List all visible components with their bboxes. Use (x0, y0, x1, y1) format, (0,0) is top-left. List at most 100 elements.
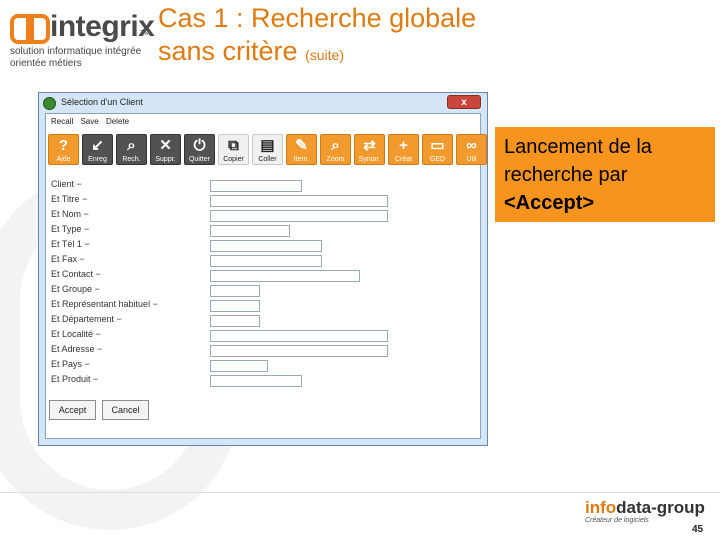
brand-prefix: info (585, 498, 617, 517)
window-title: Sélection d'un Client (61, 97, 143, 107)
field-input[interactable] (210, 360, 268, 372)
callout-line-2: recherche par (504, 164, 628, 186)
field-label: Et Titre − (51, 194, 88, 204)
field-label: Et Nom − (51, 209, 89, 219)
ged-icon: ▭ (430, 137, 445, 154)
menu-item-recall[interactable]: Recall (51, 117, 73, 126)
field-input[interactable] (210, 240, 322, 252)
field-input[interactable] (210, 210, 388, 222)
search-icon: ⌕ (127, 137, 136, 154)
quit-icon: ⏻ (193, 137, 206, 154)
app-icon (43, 97, 56, 110)
field-input[interactable] (210, 345, 388, 357)
logo-tagline-2: orientée métiers (10, 58, 82, 69)
field-label: Et Département − (51, 314, 122, 324)
window-content: Recall Save Delete ? Aide ↙ Enreg ⌕ Rech. ✕ Sup… (45, 113, 487, 439)
field-label: Et Représentant habituel − (51, 299, 158, 309)
field-label: Et Fax − (51, 254, 85, 264)
field-input[interactable] (210, 195, 388, 207)
toolbar-button-label: Coller (258, 156, 277, 163)
toolbar-save-button[interactable]: ↙ Enreg (82, 134, 113, 165)
toolbar-zoom-button[interactable]: ⌕ Zoom (320, 134, 351, 165)
brand-name: data-group (616, 498, 705, 517)
toolbar-button-label: Créat (394, 156, 413, 163)
toolbar-button-label: Item. (293, 156, 310, 163)
save-icon: ↙ (91, 137, 104, 154)
toolbar-button-label: Suppr. (155, 156, 176, 163)
cancel-button[interactable]: Cancel (102, 400, 149, 420)
slide-title-line-2: sans critère (suite) (158, 35, 476, 72)
field-input[interactable] (210, 225, 290, 237)
zoom-icon: ⌕ (331, 137, 340, 154)
toolbar-button-label: Util (466, 156, 477, 163)
field-input[interactable] (210, 375, 302, 387)
slide-title-suffix: (suite) (305, 47, 344, 63)
toolbar-delete-button[interactable]: ✕ Suppr. (150, 134, 181, 165)
field-input[interactable] (210, 300, 260, 312)
toolbar-create-button[interactable]: + Créat (388, 134, 419, 165)
synonym-icon: ⇄ (363, 137, 376, 154)
toolbar-item-button[interactable]: ✎ Item. (286, 134, 317, 165)
field-label: Et Contact − (51, 269, 101, 279)
brand-wordmark: infodata-group (585, 498, 715, 518)
toolbar-ged-button[interactable]: ▭ GED (422, 134, 453, 165)
window-titlebar[interactable]: Sélection d'un Client x (39, 93, 487, 113)
toolbar-button-label: Quitter (188, 156, 210, 163)
field-label: Et Adresse − (51, 344, 103, 354)
field-input[interactable] (210, 285, 260, 297)
field-label: Et Groupe − (51, 284, 100, 294)
paste-icon: ▤ (260, 137, 275, 154)
toolbar-button-label: Copier (223, 156, 244, 163)
close-button[interactable]: x (447, 95, 481, 109)
callout-line-1: Lancement de la (504, 136, 652, 158)
toolbar-button-label: Zoom (326, 156, 345, 163)
help-icon: ? (58, 137, 69, 154)
logo-trademark: TM (140, 30, 151, 37)
slide-title-line-1: Cas 1 : Recherche globale (158, 3, 477, 33)
field-label: Et Tél 1 − (51, 239, 90, 249)
copy-icon: ⧉ (228, 137, 239, 154)
field-input[interactable] (210, 315, 260, 327)
toolbar-copy-button[interactable]: ⧉ Copier (218, 134, 249, 165)
page-number: 45 (692, 524, 704, 535)
menu-bar: Recall Save Delete (46, 114, 480, 128)
slide-title-main: sans critère (158, 36, 298, 66)
toolbar-utility-button[interactable]: ∞ Util (456, 134, 487, 165)
brand-tagline: Créateur de logiciels (585, 517, 649, 524)
toolbar-synonym-button[interactable]: ⇄ Synon. (354, 134, 385, 165)
field-label: Et Pays − (51, 359, 90, 369)
item-icon: ✎ (295, 137, 308, 154)
menu-item-delete[interactable]: Delete (106, 117, 129, 126)
toolbar-button-label: GED (429, 156, 446, 163)
field-label: Client − (51, 179, 82, 189)
accept-button[interactable]: Accept (49, 400, 96, 420)
field-input[interactable] (210, 330, 388, 342)
toolbar-button-label: Synon. (358, 156, 381, 163)
field-input[interactable] (210, 255, 322, 267)
field-label: Et Localité − (51, 329, 101, 339)
integrix-logo: integrix TM solution informatique intégr… (8, 8, 155, 73)
field-label: Et Type − (51, 224, 90, 234)
callout-line-3: <Accept> (504, 192, 595, 214)
toolbar-button-label: Aide (56, 156, 71, 163)
delete-icon: ✕ (159, 137, 172, 154)
field-label: Et Produit − (51, 374, 99, 384)
footer-divider (0, 492, 720, 493)
client-selection-window: Sélection d'un Client x Recall Save Dele… (38, 92, 488, 446)
slide-title: Cas 1 : Recherche globale sans critère (… (158, 2, 476, 72)
toolbar-button-label: Rech. (122, 156, 141, 163)
logo-tagline-1: solution informatique intégrée (10, 46, 142, 57)
field-input[interactable] (210, 180, 302, 192)
toolbar-button-label: Enreg (88, 156, 107, 163)
integrix-mark-icon (10, 14, 50, 44)
toolbar-paste-button[interactable]: ▤ Coller (252, 134, 283, 165)
callout-box: Lancement de la recherche par <Accept> (495, 127, 715, 222)
field-input[interactable] (210, 270, 360, 282)
create-icon: + (399, 137, 408, 154)
toolbar-search-button[interactable]: ⌕ Rech. (116, 134, 147, 165)
logo-wordmark: integrix (50, 10, 155, 43)
menu-item-save[interactable]: Save (80, 117, 98, 126)
toolbar-quit-button[interactable]: ⏻ Quitter (184, 134, 215, 165)
utility-icon: ∞ (466, 137, 477, 154)
toolbar-help-button[interactable]: ? Aide (48, 134, 79, 165)
